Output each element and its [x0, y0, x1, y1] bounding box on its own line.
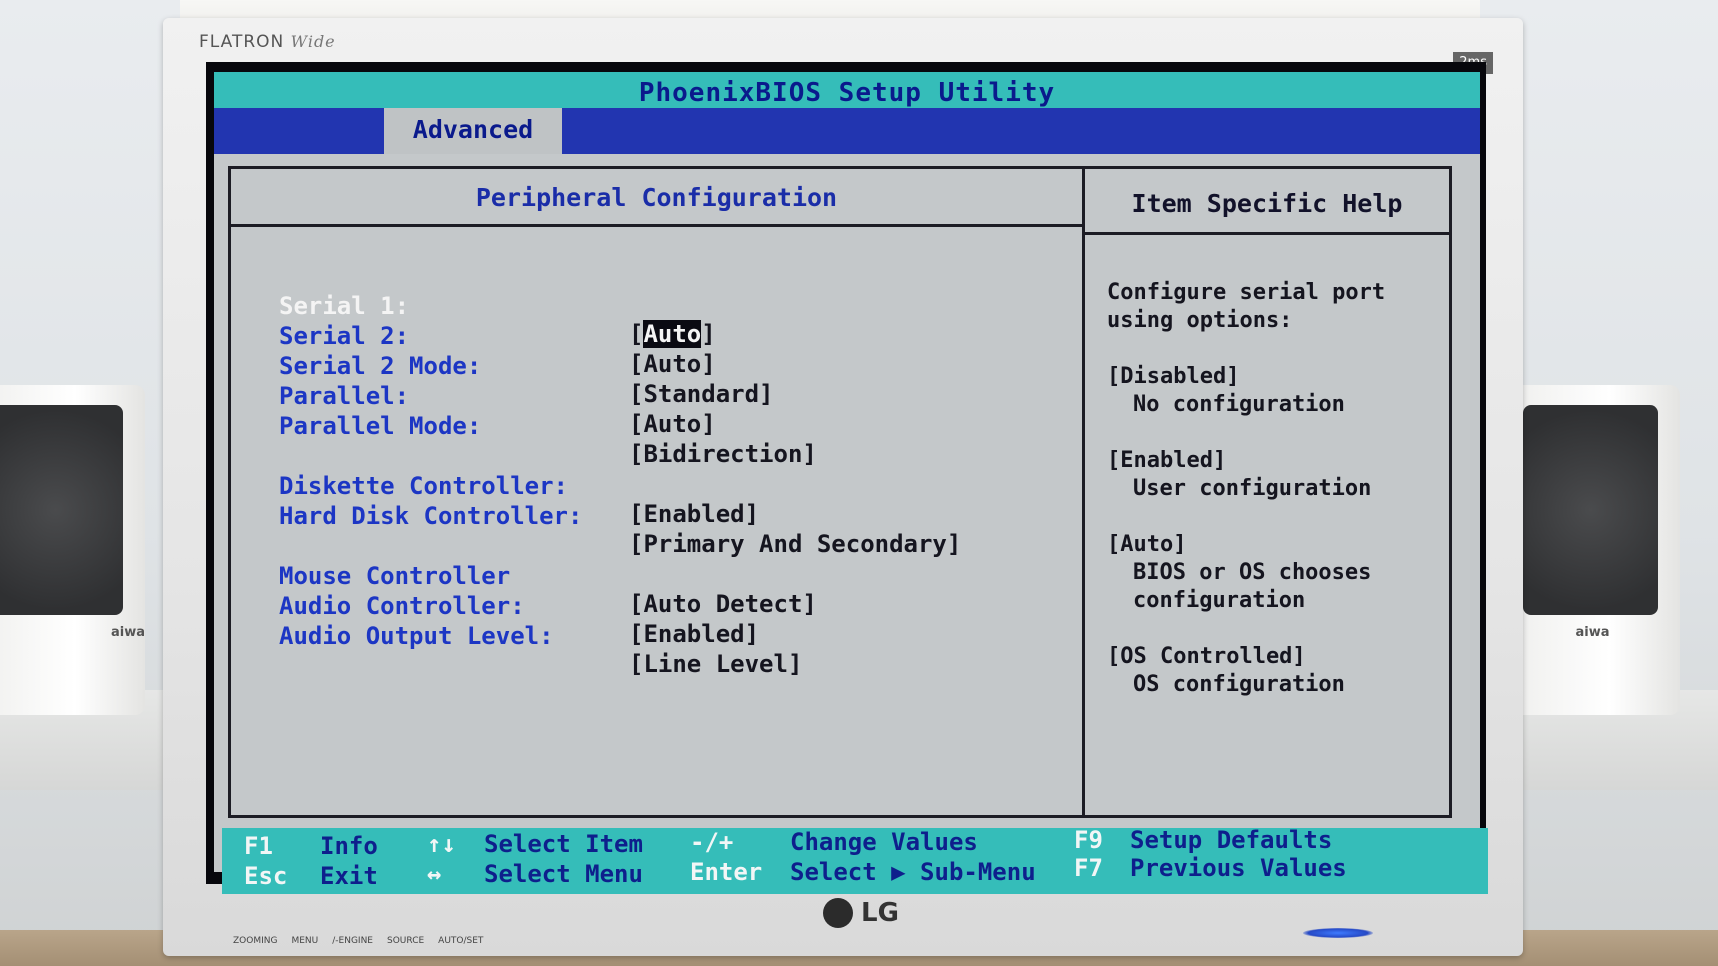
bios-menu-bar: Advanced — [214, 108, 1480, 154]
key-plus-minus[interactable]: -/+ — [690, 828, 733, 856]
lg-logo-icon — [823, 898, 853, 928]
help-option-desc: No configuration — [1133, 392, 1345, 417]
setting-value[interactable]: [Enabled] — [629, 500, 759, 528]
key-f1[interactable]: F1 — [244, 832, 273, 860]
setting-hard-disk-controller[interactable]: Hard Disk Controller: [Primary And Secon… — [279, 474, 1039, 558]
key-enter[interactable]: Enter — [690, 858, 762, 886]
bios-title: PhoenixBIOS Setup Utility — [638, 78, 1056, 108]
monitor-model-script: Wide — [290, 32, 336, 51]
help-option-name: [OS Controlled] — [1107, 644, 1306, 669]
speaker-brand: aiwa — [1575, 625, 1610, 640]
key-f9[interactable]: F9 — [1074, 826, 1103, 854]
key-f7[interactable]: F7 — [1074, 854, 1103, 882]
speaker-grille — [0, 405, 123, 615]
monitor-brand: FLATRON Wide — [199, 32, 336, 52]
speaker-grille — [1523, 405, 1658, 615]
left-speaker: aiwa — [0, 385, 145, 715]
tab-advanced[interactable]: Advanced — [384, 108, 562, 154]
key-f7-label: Previous Values — [1130, 854, 1347, 882]
right-speaker: aiwa — [1505, 385, 1680, 715]
key-left-right-label: Select Menu — [484, 860, 643, 888]
key-left-right-icon[interactable]: ↔ — [427, 860, 441, 888]
setting-value[interactable]: [Auto] — [629, 410, 716, 438]
panel-title: Peripheral Configuration — [231, 169, 1082, 227]
setting-label: Parallel Mode: — [279, 412, 482, 440]
key-up-down-icon[interactable]: ↑↓ — [427, 830, 456, 858]
help-option-desc: OS configuration — [1133, 672, 1345, 697]
setting-serial-1[interactable]: Serial 1: [Auto] — [279, 264, 1039, 348]
help-option-name: [Disabled] — [1107, 364, 1240, 389]
setting-diskette-controller[interactable]: Diskette Controller: [Enabled] — [279, 444, 1039, 528]
setting-parallel-mode[interactable]: Parallel Mode: [Bidirection] — [279, 384, 1039, 468]
key-plus-minus-label: Change Values — [790, 828, 978, 856]
help-text: Configure serial port using options: [Di… — [1107, 279, 1437, 699]
bezel-button-auto-set[interactable]: AUTO/SET — [438, 936, 483, 946]
bezel-button-zooming[interactable]: ZOOMING — [233, 936, 277, 946]
setting-label: Hard Disk Controller: — [279, 502, 583, 530]
settings-panel: Peripheral Configuration Serial 1: [Auto… — [228, 166, 1085, 818]
bezel-button-engine[interactable]: /-ENGINE — [332, 936, 373, 946]
help-panel: Item Specific Help Configure serial port… — [1085, 166, 1452, 818]
setting-serial-2[interactable]: Serial 2: [Auto] — [279, 294, 1039, 378]
key-esc-label: Exit — [320, 862, 378, 890]
monitor-brand-name: FLATRON — [199, 32, 285, 52]
setting-parallel[interactable]: Parallel: [Auto] — [279, 354, 1039, 438]
power-led-icon[interactable] — [1303, 928, 1373, 938]
setting-value[interactable]: [Enabled] — [629, 620, 759, 648]
lg-logo: LG — [823, 898, 899, 928]
setting-audio-output-level[interactable]: Audio Output Level: [Line Level] — [279, 594, 1039, 678]
help-intro: Configure serial port — [1107, 280, 1386, 305]
bezel-button-menu[interactable]: MENU — [291, 936, 318, 946]
lg-logo-text: LG — [861, 898, 899, 928]
bios-screen: PhoenixBIOS Setup Utility Advanced Perip… — [206, 62, 1488, 894]
setting-value[interactable]: [Line Level] — [629, 650, 802, 678]
key-enter-label: Select ▶ Sub-Menu — [790, 858, 1036, 886]
setting-mouse-controller[interactable]: Mouse Controller [Auto Detect] — [279, 534, 1039, 618]
key-legend-bar: F1 Info Esc Exit ↑↓ Select Item ↔ Select… — [222, 826, 1488, 894]
bezel-buttons: ZOOMING MENU /-ENGINE SOURCE AUTO/SET — [233, 936, 483, 946]
speaker-brand: aiwa — [110, 625, 145, 640]
bezel-button-source[interactable]: SOURCE — [387, 936, 424, 946]
help-intro: using options: — [1107, 308, 1293, 333]
help-option-desc: configuration — [1133, 588, 1306, 613]
bios-content: Peripheral Configuration Serial 1: [Auto… — [214, 154, 1488, 894]
help-option-desc: BIOS or OS chooses — [1133, 560, 1372, 585]
bios-title-bar: PhoenixBIOS Setup Utility — [214, 72, 1480, 112]
help-title: Item Specific Help — [1085, 169, 1449, 235]
key-f9-label: Setup Defaults — [1130, 826, 1333, 854]
help-option-name: [Enabled] — [1107, 448, 1227, 473]
key-up-down-label: Select Item — [484, 830, 643, 858]
key-f1-label: Info — [320, 832, 378, 860]
setting-audio-controller[interactable]: Audio Controller: [Enabled] — [279, 564, 1039, 648]
setting-serial-2-mode[interactable]: Serial 2 Mode: [Standard] — [279, 324, 1039, 408]
help-option-name: [Auto] — [1107, 532, 1187, 557]
help-option-desc: User configuration — [1133, 476, 1372, 501]
key-esc[interactable]: Esc — [244, 862, 287, 890]
setting-label: Audio Output Level: — [279, 622, 554, 650]
